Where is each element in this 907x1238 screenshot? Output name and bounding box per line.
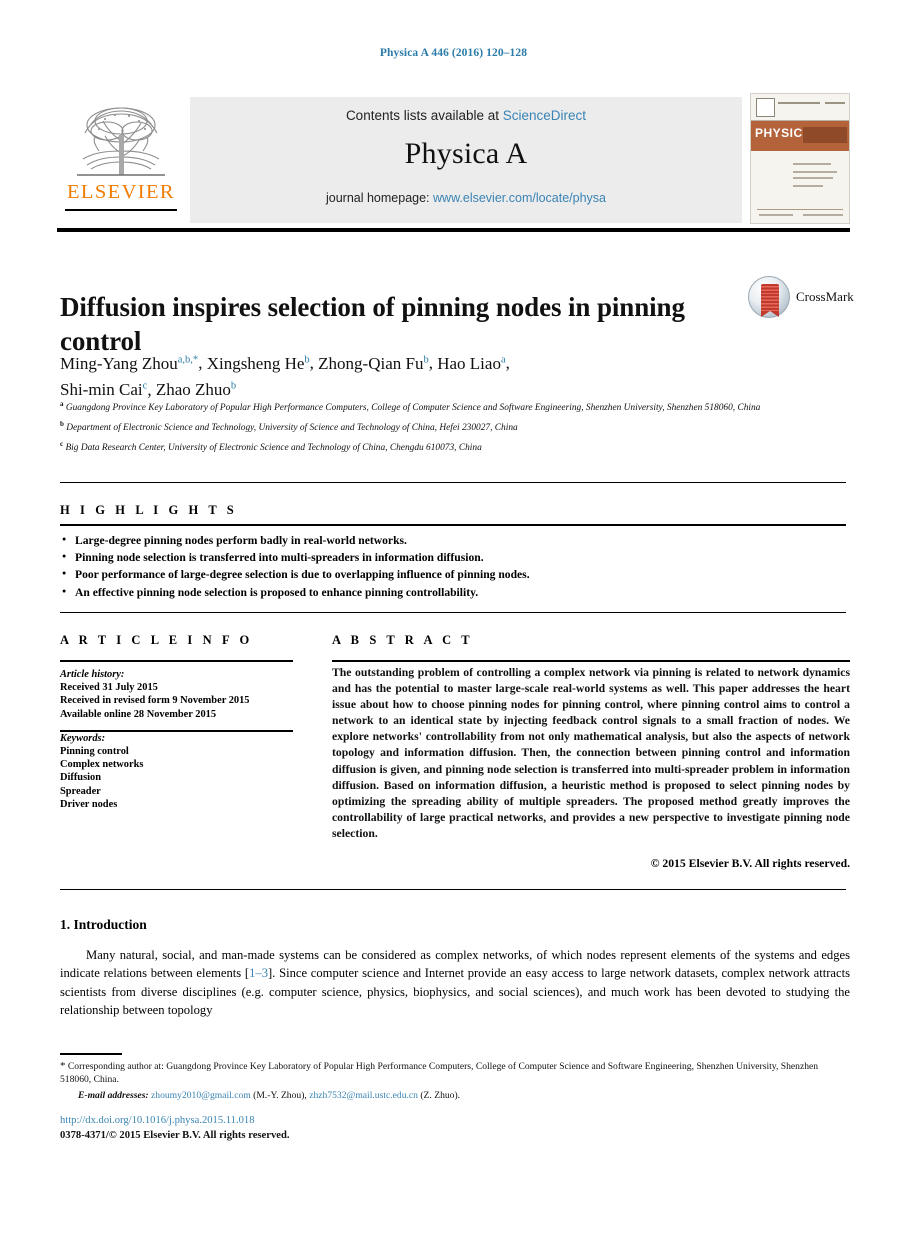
author-5: Zhao Zhuob [155, 380, 237, 400]
article-history-0: Received 31 July 2015 [60, 682, 158, 694]
cover-elsevier-icon [756, 98, 775, 117]
email-author-2: (Z. Zhuo). [420, 1089, 461, 1101]
corresponding-author-note: * Corresponding author at: Guangdong Pro… [60, 1060, 850, 1087]
article-info-rule [60, 660, 293, 662]
contents-available-line: Contents lists available at ScienceDirec… [190, 97, 742, 123]
article-info-body: Article history: Received 31 July 2015 R… [60, 668, 293, 811]
highlights-list: Large-degree pinning nodes perform badly… [60, 531, 840, 601]
reference-link[interactable]: 1–3 [249, 966, 268, 980]
keyword-3: Spreader [60, 785, 101, 797]
introduction-heading: 1. Introduction [60, 917, 147, 932]
keyword-0: Pinning control [60, 746, 129, 758]
email-label: E-mail addresses: [78, 1089, 149, 1101]
email-author-1: (M.-Y. Zhou), [253, 1089, 307, 1101]
crossmark-icon [748, 276, 790, 318]
footer-block: http://dx.doi.org/10.1016/j.physa.2015.1… [60, 1114, 290, 1143]
cover-subtitle-block [803, 127, 847, 143]
abstract-rule [332, 660, 850, 662]
author-2-marks: b [423, 354, 429, 365]
journal-homepage-line: journal homepage: www.elsevier.com/locat… [190, 191, 742, 205]
journal-masthead: ELSEVIER Contents lists available at Sci… [57, 93, 850, 225]
sciencedirect-link[interactable]: ScienceDirect [503, 108, 586, 123]
keyword-2: Diffusion [60, 772, 101, 784]
elsevier-wordmark: ELSEVIER [67, 181, 175, 203]
list-item: Large-degree pinning nodes perform badly… [60, 531, 840, 549]
article-history-label: Article history: [60, 669, 125, 680]
list-item: An effective pinning node selection is p… [60, 583, 840, 601]
crossmark-badge[interactable]: CrossMark [748, 276, 854, 322]
paper-page: Physica A 446 (2016) 120–128 ELSEVIER Co… [0, 0, 907, 1238]
author-1-marks: b [304, 354, 310, 365]
author-4-marks: c [142, 380, 148, 392]
introduction-paragraph: Many natural, social, and man-made syste… [60, 946, 850, 1019]
keywords-block: Keywords: Pinning control Complex networ… [60, 732, 293, 811]
author-0: Ming-Yang Zhoua,b,* [60, 353, 199, 373]
journal-title: Physica A [404, 137, 528, 170]
article-info-heading: A R T I C L E I N F O [60, 633, 253, 647]
abstract-heading: A B S T R A C T [332, 633, 474, 647]
author-3-marks: a [500, 354, 506, 365]
cover-header-strip [751, 94, 849, 121]
list-item: Poor performance of large-degree selecti… [60, 565, 840, 583]
asterisk-icon: * [60, 1060, 66, 1072]
issn-copyright: 0378-4371/© 2015 Elsevier B.V. All right… [60, 1129, 290, 1141]
introduction-top-divider [60, 889, 846, 890]
elsevier-tree-icon [77, 107, 165, 176]
list-item: Pinning node selection is transferred in… [60, 548, 840, 566]
keywords-label: Keywords: [60, 732, 106, 744]
author-4: Shi-min Caic [60, 380, 148, 400]
cover-orange-band: PHYSICA [751, 121, 849, 151]
running-head: Physica A 446 (2016) 120–128 [379, 47, 528, 59]
email-link-1[interactable]: zhoumy2010@gmail.com [151, 1090, 251, 1101]
journal-cover-thumbnail[interactable]: PHYSICA [750, 93, 850, 224]
author-0-marks: a,b,* [177, 354, 199, 365]
crossmark-book-icon [761, 284, 779, 317]
elsevier-underline [65, 209, 177, 211]
highlights-heading: H I G H L I G H T S [60, 503, 238, 517]
keyword-1: Complex networks [60, 759, 144, 771]
abstract-copyright: © 2015 Elsevier B.V. All rights reserved… [650, 857, 850, 870]
masthead-divider [57, 228, 850, 232]
abstract-text: The outstanding problem of controlling a… [332, 666, 850, 840]
author-3: Hao Liaoa [437, 353, 506, 373]
author-1: Xingsheng Heb [206, 353, 310, 373]
article-history-1: Received in revised form 9 November 2015 [60, 695, 250, 707]
journal-band: Contents lists available at ScienceDirec… [190, 97, 742, 223]
article-history-2: Available online 28 November 2015 [60, 708, 217, 720]
author-5-marks: b [230, 380, 237, 392]
email-link-2[interactable]: zhzh7532@mail.ustc.edu.cn [309, 1090, 418, 1101]
homepage-prefix: journal homepage: [325, 191, 434, 205]
affiliation-0: a Guangdong Province Key Laboratory of P… [60, 400, 761, 414]
author-list: Ming-Yang Zhoua,b,*, Xingsheng Heb, Zhon… [60, 353, 510, 400]
affiliation-list: a Guangdong Province Key Laboratory of P… [60, 398, 780, 459]
journal-homepage-link[interactable]: www.elsevier.com/locate/physa [433, 191, 606, 205]
crossmark-label: CrossMark [796, 289, 854, 304]
footnote-rule [60, 1053, 122, 1055]
keyword-4: Driver nodes [60, 798, 118, 810]
author-2: Zhong-Qian Fub [318, 353, 429, 373]
doi-link[interactable]: http://dx.doi.org/10.1016/j.physa.2015.1… [60, 1114, 290, 1129]
footnote-block: * Corresponding author at: Guangdong Pro… [60, 1060, 850, 1102]
affiliation-2: c Big Data Research Center, University o… [60, 440, 482, 454]
highlights-top-divider [60, 482, 846, 483]
corresponding-author-text: Corresponding author at: Guangdong Provi… [60, 1061, 819, 1086]
cover-header-text [778, 102, 820, 104]
email-addresses-line: E-mail addresses: zhoumy2010@gmail.com (… [60, 1089, 850, 1102]
elsevier-logo: ELSEVIER [57, 97, 185, 225]
cover-body [751, 151, 849, 223]
affiliation-1: b Department of Electronic Science and T… [60, 420, 518, 434]
abstract-top-divider [60, 612, 846, 613]
keywords-rule [60, 729, 293, 732]
contents-prefix: Contents lists available at [345, 108, 503, 123]
cover-header-text-right [825, 102, 845, 104]
introduction-body: Many natural, social, and man-made syste… [60, 946, 850, 1019]
highlights-rule [60, 524, 846, 526]
